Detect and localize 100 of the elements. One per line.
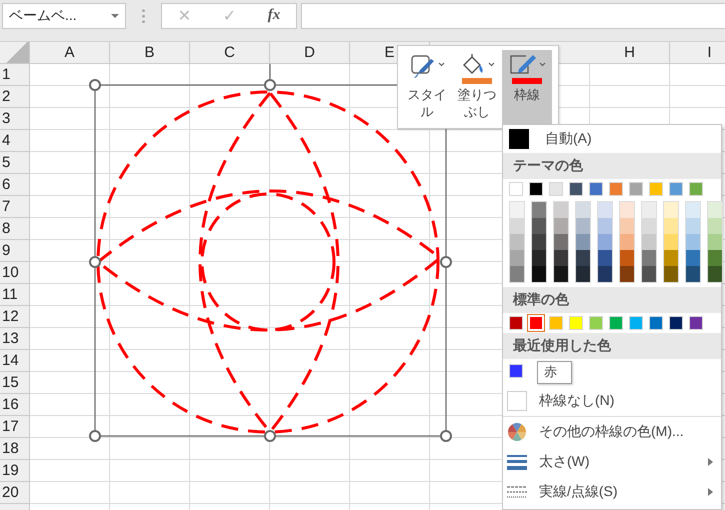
row-header[interactable]: 7: [0, 196, 29, 218]
color-swatch[interactable]: [509, 182, 523, 196]
color-swatch[interactable]: [554, 218, 568, 234]
column-header[interactable]: H: [590, 42, 670, 63]
color-swatch[interactable]: [598, 202, 612, 218]
resize-handle[interactable]: [89, 430, 101, 442]
color-swatch[interactable]: [664, 202, 678, 218]
row-header[interactable]: 18: [0, 438, 29, 460]
column-header[interactable]: B: [110, 42, 190, 63]
row-header[interactable]: 4: [0, 130, 29, 152]
color-swatch[interactable]: [620, 218, 634, 234]
color-swatch[interactable]: [642, 218, 656, 234]
color-swatch[interactable]: [686, 202, 700, 218]
resize-handle[interactable]: [264, 79, 276, 91]
color-swatch[interactable]: [708, 234, 722, 250]
resize-handle[interactable]: [264, 430, 276, 442]
row-header[interactable]: 19: [0, 460, 29, 482]
row-header[interactable]: 15: [0, 372, 29, 394]
fill-button[interactable]: 塗りつぶし: [452, 50, 502, 124]
color-swatch[interactable]: [589, 182, 603, 196]
formula-button[interactable]: fx: [264, 7, 284, 24]
color-swatch[interactable]: [529, 182, 543, 196]
color-swatch[interactable]: [649, 316, 663, 330]
color-swatch[interactable]: [664, 266, 678, 282]
color-swatch[interactable]: [708, 202, 722, 218]
row-header[interactable]: 2: [0, 86, 29, 108]
resize-handle[interactable]: [440, 430, 452, 442]
color-swatch[interactable]: [598, 266, 612, 282]
color-swatch[interactable]: [510, 202, 524, 218]
color-swatch[interactable]: [532, 202, 546, 218]
resize-handle[interactable]: [440, 256, 452, 268]
color-swatch[interactable]: [609, 316, 623, 330]
color-swatch[interactable]: [576, 202, 590, 218]
color-swatch[interactable]: [629, 182, 643, 196]
color-swatch[interactable]: [549, 316, 563, 330]
row-header[interactable]: 1: [0, 64, 29, 86]
color-swatch[interactable]: [576, 218, 590, 234]
color-swatch[interactable]: [642, 266, 656, 282]
color-swatch[interactable]: [620, 250, 634, 266]
row-header[interactable]: 11: [0, 284, 29, 306]
row-header[interactable]: 6: [0, 174, 29, 196]
color-swatch[interactable]: [689, 316, 703, 330]
color-swatch[interactable]: [664, 234, 678, 250]
row-header[interactable]: 20: [0, 482, 29, 504]
row-header[interactable]: 12: [0, 306, 29, 328]
color-swatch[interactable]: [669, 316, 683, 330]
menu-item[interactable]: 太さ(W): [503, 447, 721, 477]
color-swatch[interactable]: [620, 266, 634, 282]
color-swatch[interactable]: [589, 316, 603, 330]
color-swatch[interactable]: [598, 234, 612, 250]
color-swatch[interactable]: [532, 266, 546, 282]
color-swatch[interactable]: [510, 218, 524, 234]
color-swatch[interactable]: [629, 316, 643, 330]
dropdown-caret-icon[interactable]: [111, 14, 119, 18]
column-header[interactable]: I: [670, 42, 725, 63]
border-button[interactable]: 枠線: [502, 50, 552, 124]
name-box[interactable]: ベームベ...: [2, 2, 126, 28]
row-header[interactable]: 9: [0, 240, 29, 262]
color-swatch[interactable]: [598, 218, 612, 234]
menu-item[interactable]: 枠線なし(N): [503, 386, 721, 416]
row-header[interactable]: 5: [0, 152, 29, 174]
column-header[interactable]: C: [190, 42, 270, 63]
color-swatch[interactable]: [509, 316, 523, 330]
color-swatch[interactable]: [686, 234, 700, 250]
color-swatch[interactable]: [569, 182, 583, 196]
resize-handle[interactable]: [89, 79, 101, 91]
color-swatch[interactable]: [549, 182, 563, 196]
color-swatch[interactable]: [576, 250, 590, 266]
color-swatch[interactable]: [686, 218, 700, 234]
color-swatch[interactable]: [554, 202, 568, 218]
automatic-color-item[interactable]: 自動(A): [503, 125, 721, 153]
row-header[interactable]: 13: [0, 328, 29, 350]
color-swatch[interactable]: [620, 202, 634, 218]
color-swatch[interactable]: [532, 250, 546, 266]
color-swatch[interactable]: [609, 182, 623, 196]
color-swatch[interactable]: [686, 266, 700, 282]
row-header[interactable]: 14: [0, 350, 29, 372]
color-swatch[interactable]: [669, 182, 683, 196]
menu-item[interactable]: 実線/点線(S): [503, 477, 721, 507]
color-swatch[interactable]: [708, 218, 722, 234]
color-swatch[interactable]: [510, 250, 524, 266]
color-swatch[interactable]: [576, 234, 590, 250]
color-swatch[interactable]: [510, 266, 524, 282]
resize-handle[interactable]: [89, 256, 101, 268]
color-swatch[interactable]: [532, 234, 546, 250]
color-swatch[interactable]: [576, 266, 590, 282]
color-swatch[interactable]: [510, 234, 524, 250]
color-swatch[interactable]: [569, 316, 583, 330]
color-swatch[interactable]: [642, 202, 656, 218]
color-swatch[interactable]: [664, 250, 678, 266]
color-swatch[interactable]: [598, 250, 612, 266]
color-swatch[interactable]: [686, 250, 700, 266]
color-swatch[interactable]: [509, 364, 523, 378]
menu-item[interactable]: その他の枠線の色(M)...: [503, 417, 721, 447]
color-swatch[interactable]: [708, 266, 722, 282]
color-swatch[interactable]: [532, 218, 546, 234]
row-header[interactable]: 17: [0, 416, 29, 438]
color-swatch[interactable]: [620, 234, 634, 250]
row-header[interactable]: 10: [0, 262, 29, 284]
row-header[interactable]: 8: [0, 218, 29, 240]
